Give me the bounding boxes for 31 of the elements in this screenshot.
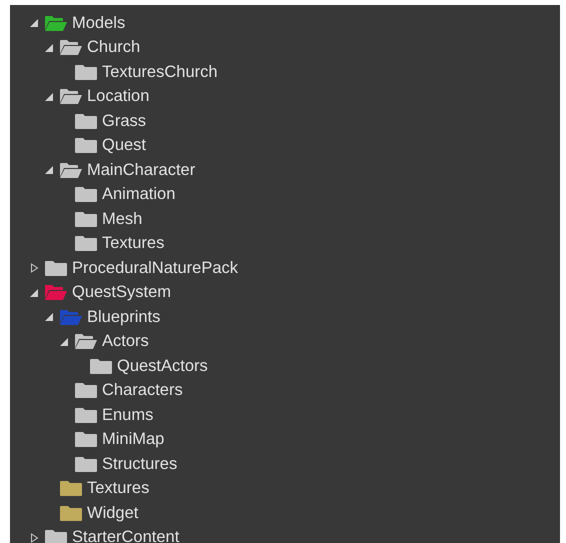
- expanded-arrow-icon[interactable]: [30, 18, 39, 28]
- folder-name[interactable]: MiniMap: [102, 430, 164, 450]
- folder-name[interactable]: Textures: [87, 479, 150, 498]
- folder-name[interactable]: Location: [87, 87, 150, 106]
- folder-name[interactable]: Grass: [102, 112, 146, 131]
- folder-name[interactable]: Widget: [87, 504, 138, 523]
- folder-name[interactable]: TexturesChurch: [102, 62, 218, 82]
- expanded-arrow-icon[interactable]: [45, 42, 54, 53]
- folder-name[interactable]: Characters: [102, 381, 183, 400]
- folder-name[interactable]: Models: [72, 14, 126, 33]
- expanded-arrow-icon[interactable]: [45, 92, 54, 102]
- folder-name[interactable]: Blueprints: [87, 308, 160, 327]
- folder-name[interactable]: QuestSystem: [72, 283, 172, 302]
- folder-name[interactable]: Mesh: [102, 210, 142, 229]
- folder-name[interactable]: ProceduralNaturePack: [72, 258, 238, 278]
- collapsed-arrow-icon[interactable]: [30, 532, 39, 543]
- expanded-arrow-icon[interactable]: [60, 336, 69, 347]
- folder-name[interactable]: Church: [87, 38, 140, 58]
- folder-name[interactable]: StarterContent: [72, 528, 180, 543]
- collapsed-arrow-icon[interactable]: [30, 263, 39, 274]
- folder-name[interactable]: Actors: [102, 332, 149, 352]
- folder-name[interactable]: Textures: [102, 234, 164, 254]
- folder-name[interactable]: QuestActors: [117, 356, 208, 376]
- folder-name[interactable]: Quest: [102, 136, 146, 156]
- expanded-arrow-icon[interactable]: [30, 288, 39, 298]
- expanded-arrow-icon[interactable]: [45, 312, 54, 322]
- folder-name[interactable]: Animation: [102, 185, 176, 204]
- expanded-arrow-icon[interactable]: [45, 165, 54, 176]
- folder-name[interactable]: Enums: [102, 406, 154, 425]
- folder-name[interactable]: MainCharacter: [87, 160, 196, 180]
- folder-name[interactable]: Structures: [102, 454, 178, 474]
